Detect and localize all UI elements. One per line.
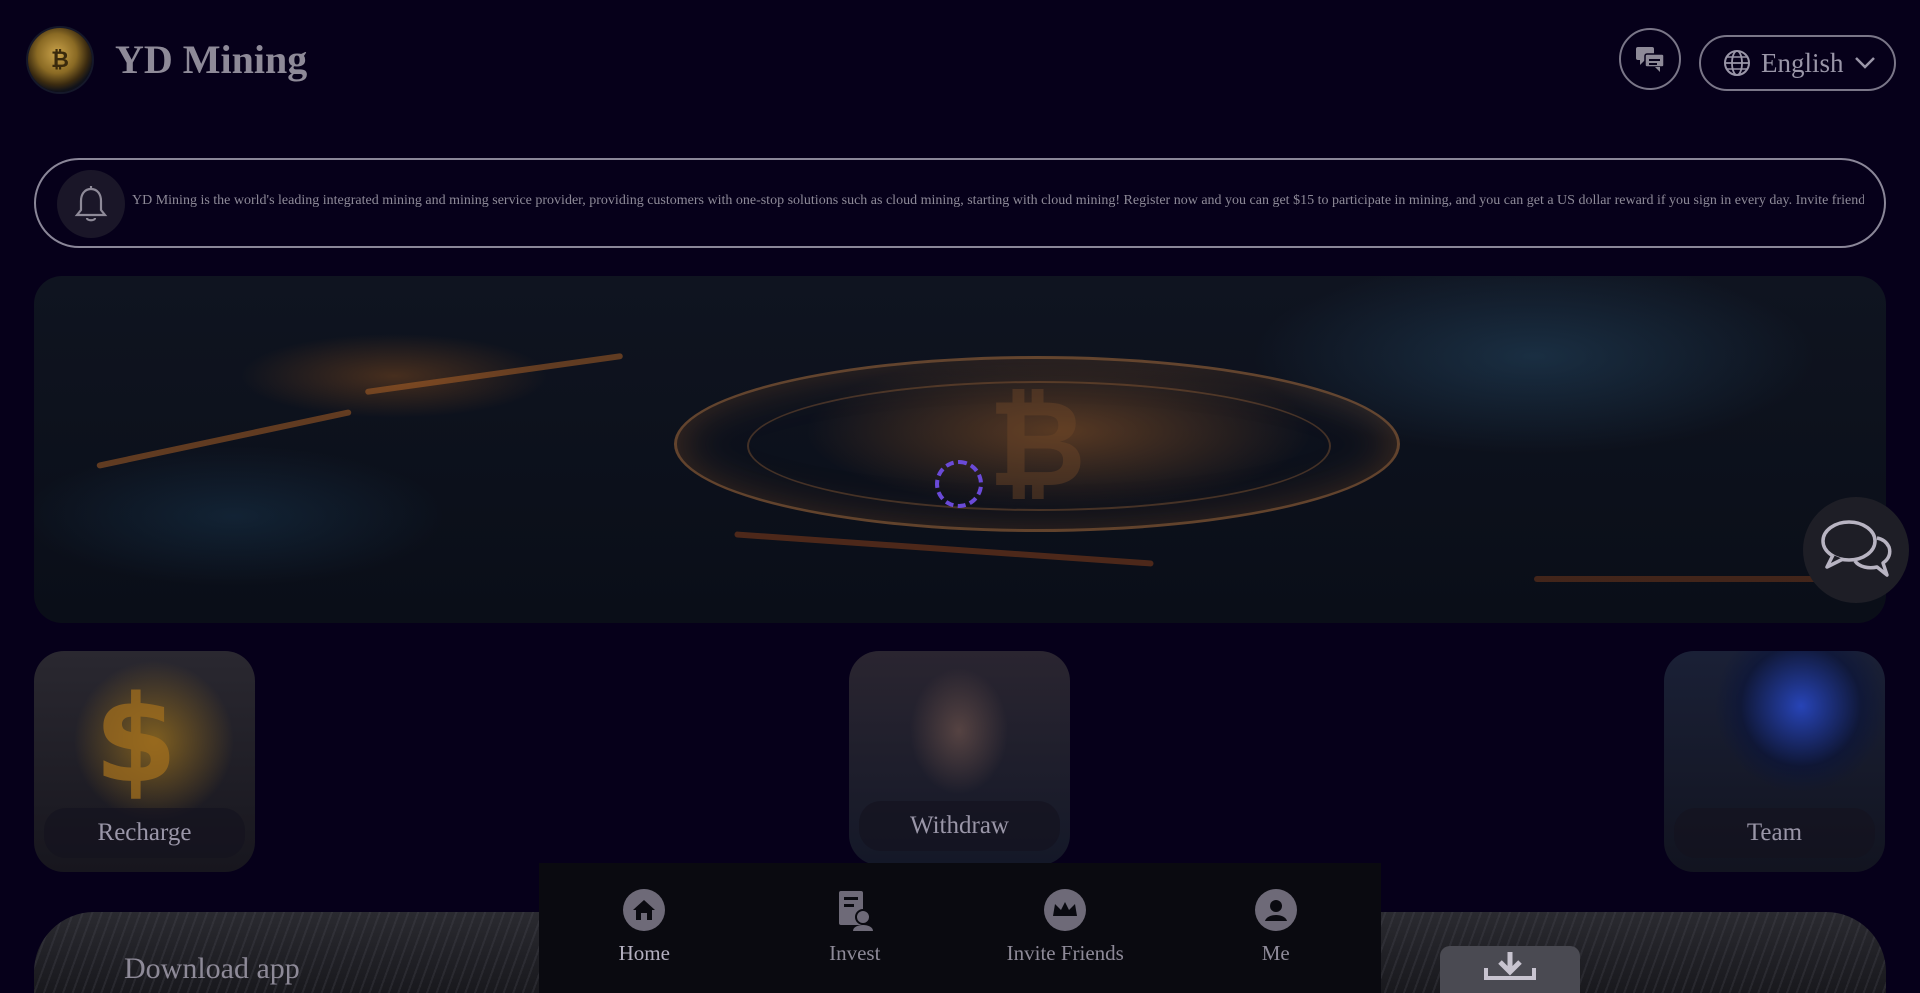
recharge-card[interactable]: $ Recharge — [34, 651, 255, 872]
chevron-down-icon — [1854, 57, 1875, 69]
floating-chat-button[interactable] — [1803, 497, 1909, 603]
nav-label-invest: Invest — [829, 941, 881, 965]
notice-bar: YD Mining is the world's leading integra… — [34, 158, 1886, 248]
page: ₿ YD Mining English YD Mining is the wor… — [0, 0, 1920, 993]
dollar-sign-image: $ — [94, 671, 178, 810]
withdraw-card[interactable]: Withdraw — [849, 651, 1070, 865]
bottom-nav: Home Invest Invite Friends Me — [539, 863, 1381, 993]
banner-decoration — [734, 531, 1154, 567]
bell-icon — [57, 170, 125, 238]
loading-spinner-icon — [935, 460, 983, 508]
team-label: Team — [1746, 819, 1803, 846]
bitcoin-logo-icon[interactable]: ₿ — [28, 28, 92, 92]
chat-bubbles-icon — [1821, 520, 1892, 577]
user-icon — [1254, 889, 1297, 931]
language-selector[interactable]: English — [1699, 35, 1896, 91]
download-app-label: Download app — [124, 952, 300, 985]
app-title: YD Mining — [115, 37, 308, 82]
team-card[interactable]: Team — [1664, 651, 1885, 872]
nav-item-me[interactable]: Me — [1186, 863, 1366, 966]
banner-decoration — [96, 409, 352, 469]
withdraw-label: Withdraw — [910, 812, 1009, 839]
crown-icon — [1044, 889, 1087, 931]
bitcoin-coin-image: ₿ — [674, 356, 1400, 532]
nav-label-invite-friends: Invite Friends — [1006, 941, 1124, 965]
support-chat-button[interactable] — [1619, 28, 1681, 90]
nav-item-invest[interactable]: Invest — [765, 863, 945, 966]
banner-decoration — [1534, 576, 1834, 582]
nav-label-home: Home — [618, 941, 670, 965]
download-icon[interactable] — [1440, 946, 1580, 993]
banner-decoration — [364, 352, 624, 396]
nav-item-invite-friends[interactable]: Invite Friends — [975, 863, 1155, 966]
invest-icon — [834, 889, 876, 931]
hero-banner[interactable]: ₿ — [34, 276, 1886, 623]
nav-item-home[interactable]: Home — [554, 863, 734, 966]
home-icon — [623, 889, 666, 931]
globe-icon — [1724, 50, 1750, 76]
chat-bubbles-icon — [1636, 47, 1665, 72]
recharge-label: Recharge — [97, 819, 192, 846]
nav-label-me: Me — [1261, 941, 1290, 965]
notice-text: YD Mining is the world's leading integra… — [132, 193, 1864, 208]
language-label: English — [1761, 47, 1844, 78]
header: ₿ YD Mining English — [0, 0, 1920, 125]
